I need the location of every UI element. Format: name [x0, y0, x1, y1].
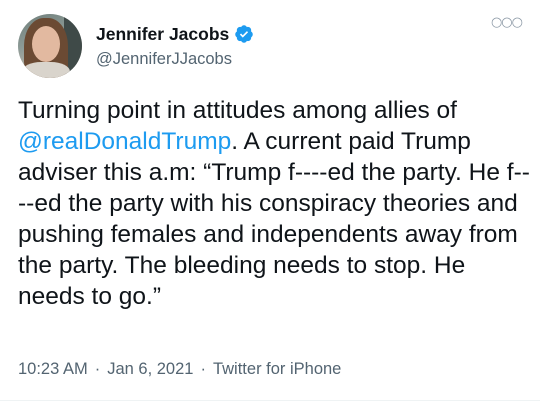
tweet-date[interactable]: Jan 6, 2021 [107, 359, 193, 379]
author-avatar[interactable] [18, 14, 82, 78]
tweet-text-part-2: . A current paid Trump adviser this a.m:… [18, 128, 530, 310]
tweet-header: Jennifer Jacobs @JenniferJJacobs ○○○ [18, 14, 526, 78]
tweet-time[interactable]: 10:23 AM [18, 359, 88, 379]
tweet-text: Turning point in attitudes among allies … [18, 95, 530, 312]
verified-badge-icon [235, 24, 253, 43]
author-display-name[interactable]: Jennifer Jacobs [96, 23, 229, 45]
mention-link[interactable]: @realDonaldTrump [18, 128, 231, 155]
author-handle[interactable]: @JenniferJJacobs [96, 48, 254, 70]
tweet-text-part-1: Turning point in attitudes among allies … [18, 97, 464, 124]
meta-separator: · [200, 360, 206, 378]
meta-separator: · [94, 360, 101, 378]
author-info: Jennifer Jacobs @JenniferJJacobs [96, 23, 254, 70]
tweet-metadata: 10:23 AM · Jan 6, 2021 · Twitter for iPh… [18, 359, 341, 379]
more-options-icon[interactable]: ○○○ [491, 16, 523, 30]
tweet-source[interactable]: Twitter for iPhone [213, 359, 341, 379]
tweet-card: Jennifer Jacobs @JenniferJJacobs ○○○ Tur… [0, 0, 540, 401]
